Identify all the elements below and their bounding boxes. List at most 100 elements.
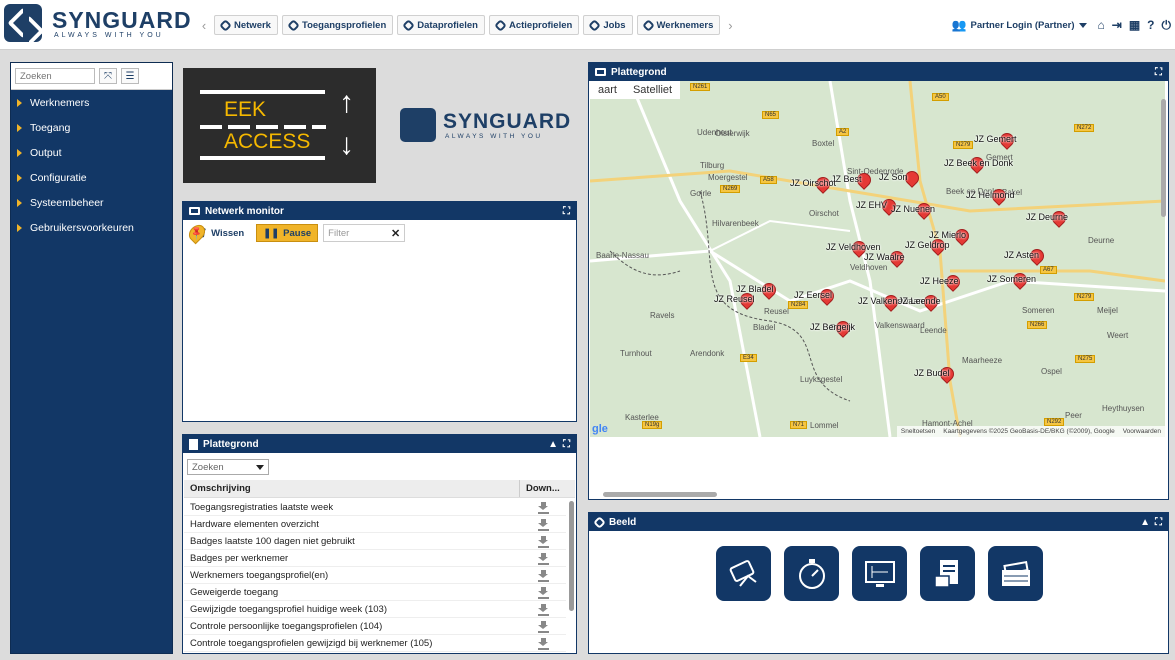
map-marker-label[interactable]: JZ Nuenen xyxy=(891,204,935,214)
table-row[interactable]: Badges laatste 100 dagen niet gebruikt xyxy=(184,533,566,550)
download-icon[interactable] xyxy=(537,502,549,514)
map-marker-label[interactable]: JZ EHV xyxy=(856,200,887,210)
table-row[interactable]: Controle persoonlijke toegangsprofielen … xyxy=(184,618,566,635)
column-header-download[interactable]: Down... xyxy=(520,483,575,494)
map-marker-label[interactable]: JZ Gemert xyxy=(974,134,1017,144)
map-marker-label[interactable]: JZ Bladel xyxy=(736,284,774,294)
road-number-label: N269 xyxy=(720,185,741,193)
nav-tab-dataprofielen[interactable]: Dataprofielen xyxy=(397,15,485,35)
nav-tab-werknemers[interactable]: Werknemers xyxy=(636,15,721,35)
table-row[interactable]: Gewijzigde toegangsprofiel huidige week … xyxy=(184,601,566,618)
nav-right-chevron-icon[interactable]: › xyxy=(724,18,736,33)
map-vertical-scrollbar[interactable] xyxy=(1161,99,1166,217)
map-header: Plattegrond ⛶ xyxy=(589,63,1168,81)
fullscreen-icon[interactable]: ⛶ xyxy=(1155,67,1162,78)
image-panel-header: Beeld ▲ ⛶ xyxy=(589,513,1168,531)
map-marker-label[interactable]: JZ Reusel xyxy=(714,294,755,304)
pause-button[interactable]: ❚❚ Pause xyxy=(256,224,319,242)
sidebar-search-input[interactable] xyxy=(15,68,95,84)
sidebar-item-output[interactable]: Output xyxy=(11,140,172,165)
map-horizontal-scrollbar[interactable] xyxy=(603,492,717,497)
nav-tab-netwerk[interactable]: Netwerk xyxy=(214,15,278,35)
map-marker-label[interactable]: JZ Eersel xyxy=(794,290,832,300)
sidebar-item-werknemers[interactable]: Werknemers xyxy=(11,90,172,115)
sidebar: ⤧ ☰ Werknemers Toegang Output Configurat… xyxy=(10,62,173,654)
home-icon[interactable]: ⌂ xyxy=(1098,18,1105,32)
map-view[interactable]: Oisterwijk Tilburg Moergestel Goirle Hilvare… xyxy=(590,81,1165,437)
map-panel: Plattegrond ⛶ Oisterwijk Tilburg Moergeste… xyxy=(588,62,1169,500)
sidebar-item-configuratie[interactable]: Configuratie xyxy=(11,165,172,190)
map-marker-label[interactable]: JZ Asten xyxy=(1004,250,1039,260)
list-scrollbar[interactable] xyxy=(569,501,574,611)
download-icon[interactable] xyxy=(537,570,549,582)
partner-login-dropdown[interactable]: 👥 Partner Login (Partner) xyxy=(952,18,1087,32)
fullscreen-icon[interactable]: ⛶ xyxy=(563,439,570,450)
collapse-icon[interactable]: ▲ xyxy=(548,439,558,450)
map-place-label: Bladel xyxy=(753,323,776,332)
map-marker-label[interactable]: JZ Oirschot xyxy=(790,178,836,188)
map-marker-label[interactable]: JZ Bergeijk xyxy=(810,322,855,332)
fullscreen-icon[interactable]: ⛶ xyxy=(563,206,570,217)
download-icon[interactable] xyxy=(537,587,549,599)
sidebar-item-systeembeheer[interactable]: Systeembeheer xyxy=(11,190,172,215)
column-header-description[interactable]: Omschrijving xyxy=(184,480,520,497)
map-marker-label[interactable]: JZ Waalre xyxy=(864,252,905,262)
money-icon xyxy=(1001,560,1030,586)
sidebar-item-gebruikersvoorkeuren[interactable]: Gebruikersvoorkeuren xyxy=(11,215,172,240)
download-icon[interactable] xyxy=(537,604,549,616)
logout-icon[interactable]: ⇥ xyxy=(1112,18,1122,32)
sidebar-item-toegang[interactable]: Toegang xyxy=(11,115,172,140)
power-icon[interactable]: ⏻ xyxy=(1162,18,1172,33)
clear-filter-icon[interactable]: ✕ xyxy=(391,227,400,240)
road-number-label: N272 xyxy=(1074,124,1095,132)
download-icon[interactable] xyxy=(537,638,549,650)
floorplan-monitor-tile[interactable] xyxy=(852,546,907,601)
download-icon[interactable] xyxy=(537,536,549,548)
table-row[interactable]: Geweigerde toegang xyxy=(184,584,566,601)
map-tab-map[interactable]: aart xyxy=(590,81,625,99)
map-tab-satellite[interactable]: Satelliet xyxy=(624,81,681,99)
shortcuts-link[interactable]: Sneltoetsen xyxy=(901,428,935,435)
terms-link[interactable]: Voorwaarden xyxy=(1123,428,1161,435)
road-number-label: N279 xyxy=(953,141,974,149)
collapse-icon[interactable]: ▲ xyxy=(1140,517,1150,528)
map-marker-label[interactable]: JZ Leende xyxy=(898,296,941,306)
map-marker-label[interactable]: JZ Budel xyxy=(914,368,950,378)
help-icon[interactable]: ? xyxy=(1147,18,1154,32)
money-tile[interactable] xyxy=(988,546,1043,601)
nav-left-chevron-icon[interactable]: ‹ xyxy=(198,18,210,33)
map-marker-label[interactable]: JZ Deurne xyxy=(1026,212,1068,222)
download-icon[interactable] xyxy=(537,519,549,531)
menu-list-icon[interactable]: ☰ xyxy=(121,68,139,84)
table-row[interactable]: Werknemers toegangsprofiel(en) xyxy=(184,567,566,584)
synguard-logo[interactable]: SYNGUARD ALWAYS WITH YOU xyxy=(4,4,191,44)
road-number-label: A50 xyxy=(932,93,949,101)
map-marker-label[interactable]: JZ Beek en Donk xyxy=(944,158,1013,168)
map-marker-label[interactable]: JZ Geldrop xyxy=(905,240,950,250)
map-marker-label[interactable]: JZ Heeze xyxy=(920,276,959,286)
nav-tab-jobs[interactable]: Jobs xyxy=(583,15,633,35)
map-marker-label[interactable]: JZ Helmond xyxy=(966,190,1015,200)
map-marker-label[interactable]: JZ Someren xyxy=(987,274,1036,284)
table-row[interactable]: Toegangsregistraties laatste week xyxy=(184,499,566,516)
search-select[interactable]: Zoeken xyxy=(187,459,269,475)
stopwatch-tile[interactable] xyxy=(784,546,839,601)
download-icon[interactable] xyxy=(537,621,549,633)
fullscreen-icon[interactable]: ⛶ xyxy=(1155,517,1162,528)
download-icon[interactable] xyxy=(537,553,549,565)
table-row[interactable]: Controle toegangsprofielen gewijzigd bij… xyxy=(184,635,566,652)
qr-code-icon[interactable]: ▦ xyxy=(1129,18,1140,32)
document-badge-tile[interactable] xyxy=(920,546,975,601)
logo-dash xyxy=(284,125,306,129)
filter-input[interactable]: Filter ✕ xyxy=(323,224,406,242)
nav-tab-actieprofielen[interactable]: Actieprofielen xyxy=(488,15,580,35)
table-row[interactable]: Badges per werknemer xyxy=(184,550,566,567)
badge-reader-tile[interactable] xyxy=(716,546,771,601)
map-marker-label[interactable]: JZ Son xyxy=(879,172,908,182)
map-marker-label[interactable]: JZ Mierlo xyxy=(929,230,966,240)
map-marker-label[interactable]: JZ Veldhoven xyxy=(826,242,881,252)
table-row[interactable]: Hardware elementen overzicht xyxy=(184,516,566,533)
expand-icon[interactable]: ⤧ xyxy=(99,68,117,84)
caret-right-icon xyxy=(17,223,22,232)
nav-tab-toegangsprofielen[interactable]: Toegangsprofielen xyxy=(281,15,394,35)
